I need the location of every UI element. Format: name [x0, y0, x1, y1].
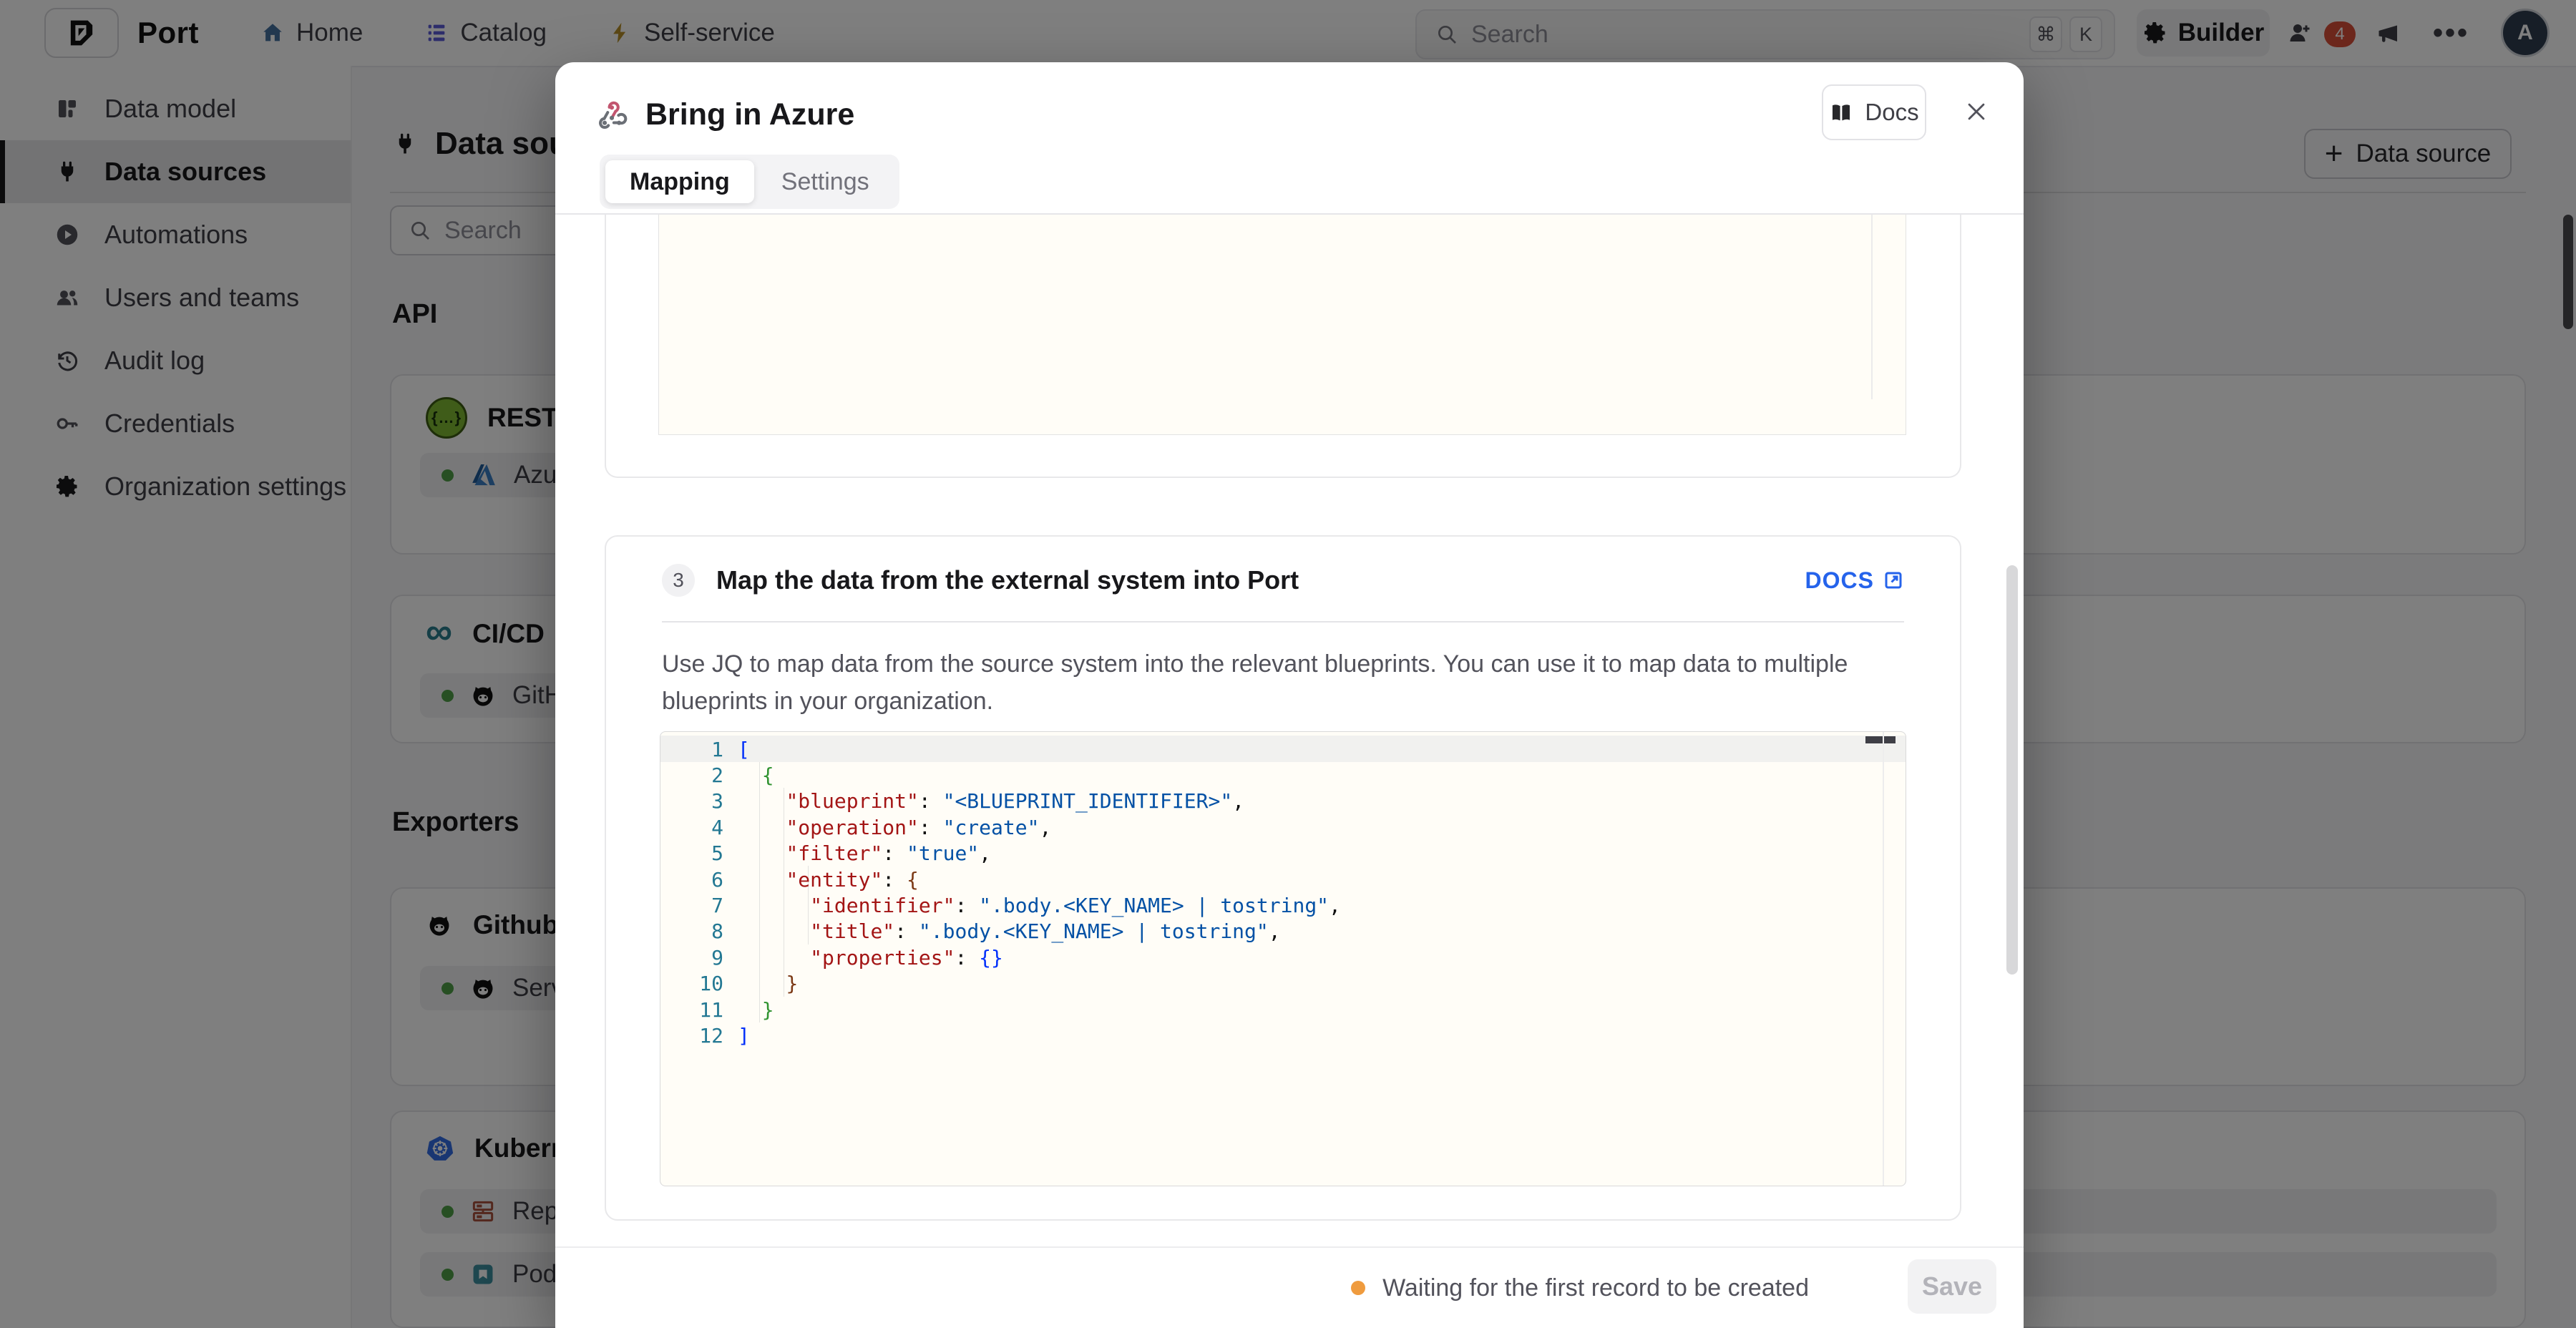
line-number: 6	[660, 868, 723, 892]
line-number: 7	[660, 894, 723, 917]
code-line[interactable]: 8 "title": ".body.<KEY_NAME> | tostring"…	[660, 919, 1881, 944]
book-icon	[1829, 100, 1853, 125]
modal-tabs: MappingSettings	[600, 155, 899, 209]
docs-button[interactable]: Docs	[1822, 84, 1926, 140]
line-number: 12	[660, 1024, 723, 1048]
code-line[interactable]: 4 "operation": "create",	[660, 814, 1881, 840]
line-number: 5	[660, 841, 723, 865]
code-line[interactable]: 11 }	[660, 997, 1881, 1022]
step-divider	[662, 621, 1904, 622]
webhook-icon	[595, 99, 628, 132]
code-line[interactable]: 1[	[660, 736, 1881, 762]
line-number: 3	[660, 789, 723, 813]
step-2-card-partial	[605, 215, 1961, 478]
line-number: 4	[660, 816, 723, 839]
close-icon[interactable]	[1962, 97, 1991, 126]
code-line[interactable]: 3 "blueprint": "<BLUEPRINT_IDENTIFIER>",	[660, 788, 1881, 814]
line-number: 9	[660, 946, 723, 970]
line-number: 1	[660, 738, 723, 761]
tab-settings[interactable]: Settings	[757, 160, 894, 203]
jq-mapping-editor[interactable]: 1[2 {3 "blueprint": "<BLUEPRINT_IDENTIFI…	[660, 731, 1906, 1186]
bring-in-azure-modal: Bring in Azure Docs MappingSettings 3 Ma…	[555, 62, 2024, 1328]
save-button[interactable]: Save	[1908, 1259, 1996, 1314]
code-editor-partial[interactable]	[658, 215, 1906, 435]
code-line[interactable]: 5 "filter": "true",	[660, 841, 1881, 866]
tab-mapping[interactable]: Mapping	[605, 160, 754, 203]
line-number: 11	[660, 998, 723, 1022]
step-description: Use JQ to map data from the source syste…	[662, 645, 1864, 720]
step-3-card: 3 Map the data from the external system …	[605, 535, 1961, 1221]
code-line[interactable]: 2 {	[660, 762, 1881, 788]
screen: Port HomeCatalogSelf-service Search ⌘ K …	[0, 0, 2576, 1328]
mapping-status: Waiting for the first record to be creat…	[1351, 1248, 1809, 1328]
code-line[interactable]: 12]	[660, 1022, 1881, 1048]
code-line[interactable]: 10 }	[660, 971, 1881, 997]
code-line[interactable]: 7 "identifier": ".body.<KEY_NAME> | tost…	[660, 892, 1881, 918]
code-line[interactable]: 9 "properties": {}	[660, 944, 1881, 970]
editor-scrollbar-track	[1871, 215, 1873, 399]
line-number: 10	[660, 972, 723, 995]
line-number: 8	[660, 919, 723, 943]
status-dot-icon	[1351, 1281, 1365, 1295]
code-line[interactable]: 6 "entity": {	[660, 866, 1881, 892]
step-number-badge: 3	[662, 564, 695, 597]
modal-title: Bring in Azure	[645, 97, 854, 132]
step-title: Map the data from the external system in…	[716, 565, 1784, 595]
editor-scrollbar-track	[1883, 732, 1884, 1186]
external-link-icon	[1883, 570, 1904, 591]
modal-footer: Waiting for the first record to be creat…	[555, 1246, 2024, 1328]
modal-scrollbar-thumb[interactable]	[2006, 565, 2018, 975]
line-number: 2	[660, 763, 723, 787]
docs-link[interactable]: DOCS	[1805, 567, 1904, 594]
